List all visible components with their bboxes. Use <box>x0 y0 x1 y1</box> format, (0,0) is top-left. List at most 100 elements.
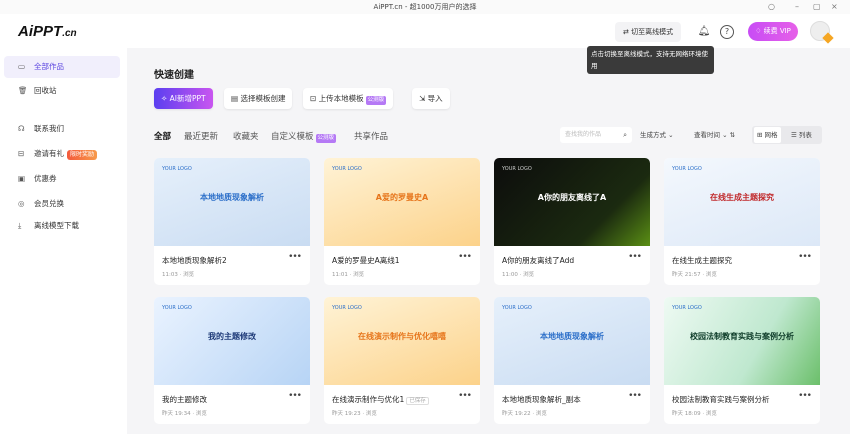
grid-view-button[interactable]: ⊞ 网格 <box>754 127 781 143</box>
card-meta: 昨天 19:22 · 浏览 <box>502 411 547 417</box>
card-thumbnail[interactable]: YOUR LOGO 我的主题修改 <box>154 297 310 385</box>
saved-badge: 已保存 <box>406 397 429 405</box>
sidebar-item-label: 离线模型下载 <box>34 221 79 230</box>
upload-template-button[interactable]: ⊡ 上传本地模板 公测版 <box>303 88 394 109</box>
list-view-button[interactable]: ☰ 列表 <box>788 127 815 143</box>
bell-icon[interactable]: 🔔︎ <box>697 25 711 39</box>
more-options-icon[interactable]: ••• <box>798 391 812 401</box>
card-name-text: 我的主题修改 <box>162 395 207 404</box>
pin-icon[interactable]: ○ <box>768 0 775 14</box>
thumb-title: 本地地质现象解析 <box>200 193 264 202</box>
card-meta: 昨天 18:09 · 浏览 <box>672 411 717 417</box>
sidebar-item-label: 邀请有礼 <box>34 149 64 158</box>
sidebar-item-offline-download[interactable]: ⤓ 离线模型下载 <box>4 215 120 237</box>
thumb-logo: YOUR LOGO <box>162 305 192 311</box>
import-button[interactable]: ⇲ 导入 <box>412 88 450 109</box>
card-name: A爱的罗曼史A离线1 <box>332 255 400 266</box>
card-thumbnail[interactable]: YOUR LOGO 校园法制教育实践与案例分析 <box>664 297 820 385</box>
minimize-button[interactable]: – <box>795 0 799 14</box>
thumb-title: A爱的罗曼史A <box>375 193 429 202</box>
work-card[interactable]: YOUR LOGO 本地地质现象解析 本地地质现象解析_副本 昨天 19:22 … <box>494 297 650 424</box>
sidebar-item-all-works[interactable]: ▭ 全部作品 <box>4 56 120 78</box>
work-card[interactable]: YOUR LOGO 我的主题修改 我的主题修改 昨天 19:34 · 浏览 ••… <box>154 297 310 424</box>
thumb-title: 在线生成主题探究 <box>710 193 774 202</box>
list-icon: ☰ <box>791 131 799 139</box>
ai-new-ppt-button[interactable]: ✧ AI新增PPT <box>154 88 213 109</box>
card-meta: 昨天 21:57 · 浏览 <box>672 272 717 278</box>
card-name: 在线生成主题探究 <box>672 255 732 266</box>
main-content: 快速创建 ✧ AI新增PPT ▤ 选择模板创建 ⊡ 上传本地模板 公测版 ⇲ 导入… <box>127 48 850 434</box>
thumb-logo: YOUR LOGO <box>162 166 192 172</box>
logo[interactable]: AiPPT.cn <box>18 23 77 40</box>
card-name-text: A你的朋友离线了Add <box>502 256 575 265</box>
sort-dropdown[interactable]: 查看时间 ⌄ ⇅ <box>694 127 735 143</box>
generate-method-dropdown[interactable]: 生成方式 ⌄ <box>640 127 674 143</box>
search-icon[interactable]: ⌕ <box>623 127 627 143</box>
work-card[interactable]: YOUR LOGO A爱的罗曼史A A爱的罗曼史A离线1 11:01 · 浏览 … <box>324 158 480 285</box>
card-thumbnail[interactable]: YOUR LOGO A爱的罗曼史A <box>324 158 480 246</box>
avatar[interactable] <box>810 21 834 44</box>
work-card[interactable]: YOUR LOGO 在线生成主题探究 在线生成主题探究 昨天 21:57 · 浏… <box>664 158 820 285</box>
vip-button[interactable]: ♢ 续费 VIP <box>748 22 798 41</box>
more-options-icon[interactable]: ••• <box>288 252 302 262</box>
card-name: 在线演示制作与优化1 已保存 <box>332 394 429 405</box>
tab-all[interactable]: 全部 <box>154 130 171 142</box>
sidebar-item-contact[interactable]: ☊ 联系我们 <box>4 118 120 140</box>
more-options-icon[interactable]: ••• <box>628 252 642 262</box>
more-options-icon[interactable]: ••• <box>458 391 472 401</box>
more-options-icon[interactable]: ••• <box>458 252 472 262</box>
work-card[interactable]: YOUR LOGO 校园法制教育实践与案例分析 校园法制教育实践与案例分析 昨天… <box>664 297 820 424</box>
thumb-logo: YOUR LOGO <box>332 305 362 311</box>
tooltip: 点击切换至离线模式，支持无网络环境使用 <box>587 46 714 74</box>
tab-favorites[interactable]: 收藏夹 <box>233 130 259 142</box>
thumb-logo: YOUR LOGO <box>332 166 362 172</box>
sidebar-item-label: 优惠券 <box>34 174 57 183</box>
card-name: 我的主题修改 <box>162 394 207 405</box>
work-card[interactable]: YOUR LOGO 本地地质现象解析 本地地质现象解析2 11:03 · 浏览 … <box>154 158 310 285</box>
maximize-button[interactable]: ▢ <box>813 0 821 14</box>
switch-offline-button[interactable]: ⇄ 切至离线模式 <box>615 22 682 42</box>
more-options-icon[interactable]: ••• <box>288 391 302 401</box>
sidebar-item-invite[interactable]: ⊟ 邀请有礼 限时奖励 <box>4 143 120 165</box>
template-create-button[interactable]: ▤ 选择模板创建 <box>224 88 293 109</box>
help-icon[interactable]: ? <box>720 25 734 39</box>
thumb-title: 本地地质现象解析 <box>540 332 604 341</box>
thumb-logo: YOUR LOGO <box>672 166 702 172</box>
more-options-icon[interactable]: ••• <box>798 252 812 262</box>
sort-order-icon[interactable]: ⇅ <box>728 131 735 139</box>
card-thumbnail[interactable]: YOUR LOGO 本地地质现象解析 <box>494 297 650 385</box>
trash-icon: 🗑︎ <box>18 86 28 95</box>
button-label: 上传本地模板 <box>318 94 364 103</box>
button-label: AI新增PPT <box>169 94 206 103</box>
button-label: 选择模板创建 <box>240 94 286 103</box>
work-card[interactable]: YOUR LOGO A你的朋友离线了A A你的朋友离线了Add 11:00 · … <box>494 158 650 285</box>
sidebar-item-redeem[interactable]: ◎ 会员兑换 <box>4 193 120 215</box>
sidebar-item-coupons[interactable]: ▣ 优惠券 <box>4 168 120 190</box>
headset-icon: ☊ <box>18 124 25 133</box>
more-options-icon[interactable]: ••• <box>628 391 642 401</box>
diamond-icon: ♢ <box>755 27 764 35</box>
card-name-text: 校园法制教育实践与案例分析 <box>672 395 770 404</box>
thumb-title: A你的朋友离线了A <box>537 193 607 202</box>
work-card[interactable]: YOUR LOGO 在线演示制作与优化嘻嘻 在线演示制作与优化1 已保存 昨天 1… <box>324 297 480 424</box>
tab-shared[interactable]: 共享作品 <box>354 130 388 142</box>
card-name: A你的朋友离线了Add <box>502 255 574 266</box>
card-thumbnail[interactable]: YOUR LOGO 在线生成主题探究 <box>664 158 820 246</box>
sidebar-item-label: 全部作品 <box>34 62 64 71</box>
search-input[interactable]: 查找我的作品 ⌕ <box>560 127 632 143</box>
magic-icon: ✧ <box>161 94 170 103</box>
close-button[interactable]: × <box>831 0 838 14</box>
sidebar-item-trash[interactable]: 🗑︎ 回收站 <box>4 80 120 102</box>
tab-recent[interactable]: 最近更新 <box>184 130 218 142</box>
card-thumbnail[interactable]: YOUR LOGO 本地地质现象解析 <box>154 158 310 246</box>
dropdown-label: 生成方式 <box>640 131 666 139</box>
dropdown-label: 查看时间 <box>694 131 720 139</box>
card-thumbnail[interactable]: YOUR LOGO A你的朋友离线了A <box>494 158 650 246</box>
card-meta: 11:01 · 浏览 <box>332 272 365 278</box>
card-thumbnail[interactable]: YOUR LOGO 在线演示制作与优化嘻嘻 <box>324 297 480 385</box>
grid-label: 网格 <box>764 131 778 139</box>
sidebar-item-label: 回收站 <box>34 86 57 95</box>
tab-custom-templates[interactable]: 自定义模板 公测版 <box>271 130 337 143</box>
beta-tag: 公测版 <box>315 134 337 143</box>
upload-icon: ⊡ <box>310 94 319 103</box>
